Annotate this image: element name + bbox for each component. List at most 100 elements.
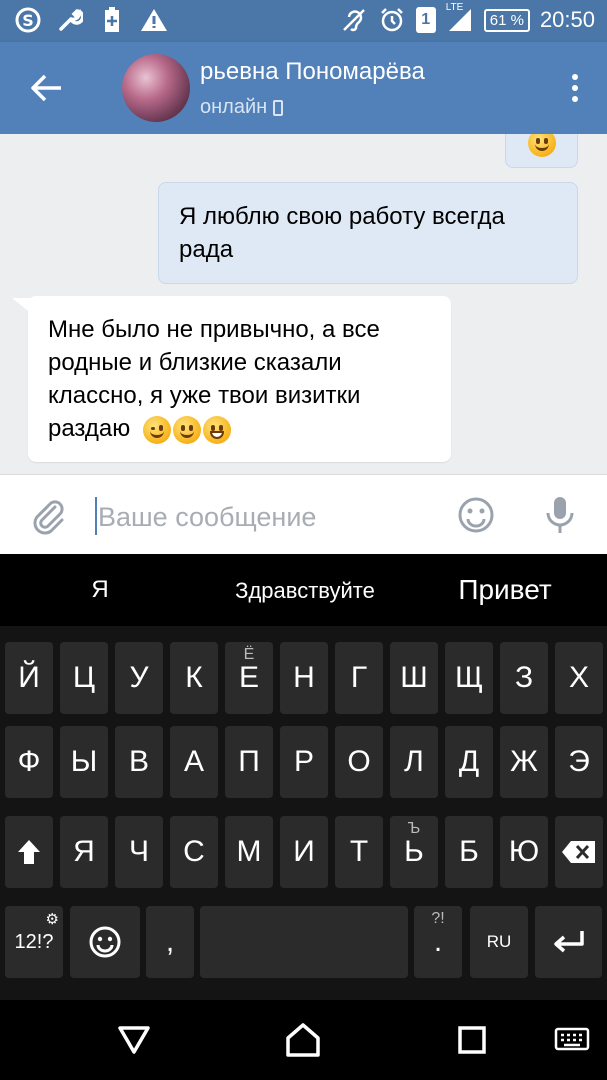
key[interactable]: Д bbox=[445, 726, 493, 798]
contact-name[interactable]: рьевна Пономарёва bbox=[200, 58, 425, 86]
avatar[interactable] bbox=[122, 54, 190, 122]
clock: 20:50 bbox=[539, 7, 595, 32]
key[interactable]: З bbox=[500, 642, 548, 714]
navigation-bar bbox=[0, 1000, 607, 1080]
suggestion-1[interactable]: Я bbox=[70, 576, 130, 604]
keyboard-switch-button[interactable] bbox=[552, 1020, 592, 1060]
key[interactable]: Щ bbox=[445, 642, 493, 714]
backspace-key[interactable] bbox=[555, 816, 603, 888]
key[interactable]: Ф bbox=[5, 726, 53, 798]
smiley-icon bbox=[89, 926, 121, 958]
language-key[interactable]: RU bbox=[470, 906, 528, 978]
key[interactable]: Ы bbox=[60, 726, 108, 798]
key[interactable]: У bbox=[115, 642, 163, 714]
key[interactable]: Г bbox=[335, 642, 383, 714]
back-button[interactable] bbox=[22, 66, 72, 110]
key[interactable]: Э bbox=[555, 726, 603, 798]
home-icon bbox=[286, 1023, 320, 1057]
dot bbox=[572, 96, 578, 102]
message-input[interactable] bbox=[96, 497, 436, 537]
key[interactable]: А bbox=[170, 726, 218, 798]
key[interactable]: В bbox=[115, 726, 163, 798]
key[interactable]: Т bbox=[335, 816, 383, 888]
smiley-icon bbox=[458, 497, 494, 533]
keyboard-icon bbox=[554, 1027, 590, 1051]
key[interactable]: Я bbox=[60, 816, 108, 888]
key[interactable]: М bbox=[225, 816, 273, 888]
wink-emoji-icon bbox=[142, 415, 171, 444]
key[interactable]: Л bbox=[390, 726, 438, 798]
key[interactable]: Х bbox=[555, 642, 603, 714]
backspace-icon bbox=[562, 841, 595, 863]
key[interactable]: ЁЕ bbox=[225, 642, 273, 714]
signal-icon: LTE bbox=[446, 2, 474, 34]
warning-icon bbox=[140, 6, 168, 34]
emoji-button[interactable] bbox=[456, 495, 496, 535]
key[interactable]: С bbox=[170, 816, 218, 888]
symbols-key[interactable]: ⚙ 12!? bbox=[5, 906, 63, 978]
key[interactable]: Ц bbox=[60, 642, 108, 714]
home-nav-button[interactable] bbox=[283, 1020, 323, 1060]
smile-emoji-icon bbox=[172, 415, 201, 444]
microphone-icon bbox=[546, 497, 574, 533]
period-key[interactable]: ?!. bbox=[414, 906, 462, 978]
key[interactable]: Ш bbox=[390, 642, 438, 714]
grin-emoji-icon bbox=[202, 415, 231, 444]
overflow-menu-button[interactable] bbox=[565, 70, 585, 106]
key[interactable]: Ж bbox=[500, 726, 548, 798]
gear-icon: ⚙ bbox=[45, 911, 59, 928]
key[interactable]: Ч bbox=[115, 816, 163, 888]
key[interactable]: Р bbox=[280, 726, 328, 798]
emoji-key[interactable] bbox=[70, 906, 140, 978]
smile-emoji-icon bbox=[528, 134, 556, 157]
key[interactable]: П bbox=[225, 726, 273, 798]
message-bubble-in[interactable]: Мне было не привычно, а все родные и бли… bbox=[28, 296, 451, 462]
skype-icon: S bbox=[14, 6, 42, 34]
soft-keyboard: Я Здравствуйте Привет Й Ц У К ЁЕ Н Г Ш Щ… bbox=[0, 554, 607, 1000]
sim-badge: 1 bbox=[415, 7, 436, 33]
arrow-left-icon bbox=[31, 74, 61, 102]
key[interactable]: Б bbox=[445, 816, 493, 888]
enter-key[interactable] bbox=[535, 906, 602, 978]
key[interactable]: О bbox=[335, 726, 383, 798]
recents-nav-button[interactable] bbox=[452, 1020, 492, 1060]
dot bbox=[572, 74, 578, 80]
key[interactable]: Н bbox=[280, 642, 328, 714]
dot bbox=[572, 85, 578, 91]
message-text: Я люблю свою работу всегда рада bbox=[179, 203, 505, 263]
key[interactable]: ЪЬ bbox=[390, 816, 438, 888]
suggestion-3[interactable]: Привет bbox=[430, 574, 580, 606]
triangle-back-icon bbox=[118, 1026, 150, 1054]
emoji-group bbox=[142, 415, 231, 444]
svg-text:S: S bbox=[22, 11, 34, 30]
message-bubble-out[interactable] bbox=[505, 134, 578, 168]
battery-plus-icon bbox=[98, 6, 126, 34]
suggestion-strip: Я Здравствуйте Привет bbox=[0, 554, 607, 626]
alarm-icon bbox=[378, 6, 406, 34]
key[interactable]: Ю bbox=[500, 816, 548, 888]
status-text: онлайн bbox=[200, 96, 268, 118]
voice-message-button[interactable] bbox=[540, 493, 580, 537]
attach-button[interactable] bbox=[28, 495, 68, 535]
key[interactable]: Й bbox=[5, 642, 53, 714]
status-bar-notifications: S bbox=[14, 6, 168, 34]
contact-status: онлайн bbox=[200, 96, 284, 119]
space-key[interactable] bbox=[200, 906, 408, 978]
shift-key[interactable] bbox=[5, 816, 53, 888]
status-bar-system: 1 LTE 61 % 20:50 bbox=[340, 2, 595, 34]
suggestion-2[interactable]: Здравствуйте bbox=[200, 578, 410, 604]
comma-key[interactable]: , bbox=[146, 906, 194, 978]
compose-bar bbox=[0, 474, 607, 554]
message-bubble-out[interactable]: Я люблю свою работу всегда рада bbox=[158, 182, 578, 284]
mobile-phone-icon bbox=[273, 99, 284, 116]
back-nav-button[interactable] bbox=[114, 1020, 154, 1060]
message-list[interactable]: Я люблю свою работу всегда рада Мне было… bbox=[0, 134, 607, 474]
network-type: LTE bbox=[445, 2, 464, 13]
square-recents-icon bbox=[458, 1026, 486, 1054]
key[interactable]: И bbox=[280, 816, 328, 888]
key[interactable]: К bbox=[170, 642, 218, 714]
paperclip-icon bbox=[33, 500, 64, 535]
battery-indicator: 61 % bbox=[483, 8, 530, 32]
hearing-aid-icon bbox=[340, 6, 368, 34]
chat-header: рьевна Пономарёва онлайн bbox=[0, 42, 607, 134]
